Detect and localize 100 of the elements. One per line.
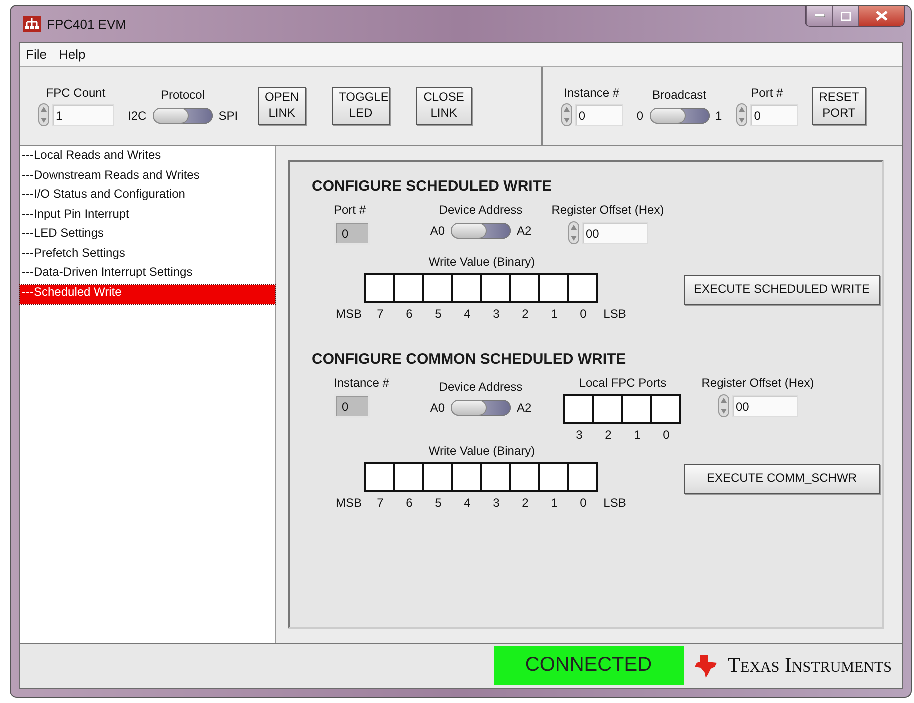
spinner-icon[interactable] (560, 102, 573, 126)
sidebar-item[interactable]: ---LED Settings (20, 226, 275, 246)
bit-toggle[interactable] (621, 394, 652, 424)
execute-button[interactable]: EXECUTE SCHEDULED WRITE (684, 275, 880, 305)
link-button[interactable]: CLOSE LINK (416, 87, 472, 125)
toggle-switch[interactable] (451, 223, 511, 239)
company-logo-text: Texas Instruments (728, 653, 892, 678)
broadcast-label: Broadcast (652, 88, 707, 102)
register-offset-label: Register Offset (Hex) (552, 203, 664, 217)
connection-status: CONNECTED (494, 646, 684, 685)
window-title: FPC401 EVM (47, 16, 126, 32)
bit-toggle[interactable] (563, 394, 594, 424)
bit-toggle[interactable] (567, 462, 598, 492)
maximize-icon (840, 12, 850, 20)
bit-label: LSB (602, 496, 628, 510)
spinner-icon[interactable] (718, 394, 730, 418)
bit-label: 4 (463, 496, 472, 510)
minimize-button[interactable] (806, 6, 832, 26)
indicator-label: Port # (334, 203, 366, 217)
bit-toggle[interactable] (451, 273, 482, 303)
port-label: Port # (751, 86, 784, 100)
bit-toggle[interactable] (480, 462, 511, 492)
toggle-on-label: A2 (517, 401, 532, 415)
numeric-field[interactable]: 0 (574, 104, 623, 126)
toggle-switch[interactable] (650, 108, 710, 124)
numeric-field[interactable]: 00 (582, 222, 648, 244)
toggle-off-label: 0 (636, 109, 644, 123)
sidebar-item[interactable]: ---Local Reads and Writes (20, 148, 275, 168)
bit-toggle[interactable] (592, 394, 623, 424)
local-ports-label: Local FPC Ports (579, 376, 667, 390)
numeric-field[interactable]: 1 (52, 104, 114, 126)
spinner-icon[interactable] (38, 102, 50, 126)
protocol-label: Protocol (161, 88, 206, 102)
bit-label: 6 (405, 496, 414, 510)
bit-toggle[interactable] (422, 462, 453, 492)
bit-label: 6 (405, 307, 414, 321)
bit-label: 5 (434, 307, 443, 321)
bit-label: MSB (334, 496, 363, 510)
execute-button[interactable]: EXECUTE COMM_SCHWR (684, 464, 880, 494)
bit-label: 3 (575, 428, 584, 442)
bit-toggle[interactable] (451, 462, 482, 492)
toggle-on-label: A2 (517, 224, 532, 238)
spinner-icon[interactable] (736, 102, 748, 126)
sidebar-item[interactable]: ---Prefetch Settings (20, 246, 275, 265)
sidebar-item[interactable]: ---Scheduled Write (20, 284, 275, 304)
toggle-on-label: SPI (218, 109, 238, 123)
menu-item[interactable]: File (26, 47, 47, 62)
menu-item[interactable]: Help (58, 47, 86, 62)
bit-toggle[interactable] (422, 273, 453, 303)
bit-label: 1 (633, 428, 642, 442)
bit-toggle[interactable] (364, 273, 395, 303)
minimize-icon (814, 14, 824, 18)
bit-label: MSB (334, 307, 363, 321)
indicator-label: Instance # (334, 376, 390, 390)
bit-toggle[interactable] (364, 462, 395, 492)
numeric-field[interactable]: 0 (750, 104, 798, 126)
section-title: CONFIGURE COMMON SCHEDULED WRITE (312, 351, 628, 368)
toggle-switch[interactable] (152, 108, 213, 124)
sidebar-item[interactable]: ---Input Pin Interrupt (20, 206, 275, 226)
bit-label: 1 (550, 496, 559, 510)
bit-toggle[interactable] (393, 273, 424, 303)
toggle-off-label: A0 (430, 401, 445, 415)
bit-label: 3 (492, 307, 501, 321)
toggle-switch[interactable] (451, 400, 511, 416)
section-title: CONFIGURE SCHEDULED WRITE (312, 178, 553, 195)
texas-logo-icon (694, 652, 720, 678)
register-offset-label: Register Offset (Hex) (702, 376, 814, 390)
fpc-count-label: FPC Count (46, 86, 106, 100)
bit-toggle[interactable] (480, 273, 511, 303)
write-value-label: Write Value (Binary) (428, 255, 536, 269)
bit-label: 1 (550, 307, 559, 321)
bit-label: 5 (434, 496, 443, 510)
bit-toggle[interactable] (538, 273, 569, 303)
sidebar-item[interactable]: ---Data-Driven Interrupt Settings (20, 265, 275, 284)
bit-label: 2 (604, 428, 613, 442)
maximize-button[interactable] (832, 6, 858, 26)
spinner-icon[interactable] (568, 221, 580, 245)
bit-label: 3 (492, 496, 501, 510)
bit-label: LSB (602, 307, 628, 321)
bit-label: 7 (376, 496, 385, 510)
reset-port-button[interactable]: RESET PORT (812, 87, 866, 125)
bit-toggle[interactable] (567, 273, 598, 303)
bit-label: 4 (463, 307, 472, 321)
numeric-field[interactable]: 00 (732, 395, 798, 417)
sidebar-item[interactable]: ---Downstream Reads and Writes (20, 168, 275, 187)
bit-toggle[interactable] (393, 462, 424, 492)
toggle-off-label: A0 (430, 224, 445, 238)
device-address-label: Device Address (439, 380, 523, 394)
close-button[interactable] (858, 6, 904, 26)
bit-toggle[interactable] (650, 394, 681, 424)
value-indicator: 0 (334, 221, 370, 245)
link-button[interactable]: OPEN LINK (258, 87, 306, 125)
bit-label: 0 (662, 428, 671, 442)
bit-toggle[interactable] (509, 462, 540, 492)
bit-toggle[interactable] (509, 273, 540, 303)
device-address-label: Device Address (439, 203, 523, 217)
sidebar-item[interactable]: ---I/O Status and Configuration (20, 187, 275, 206)
bit-toggle[interactable] (538, 462, 569, 492)
link-button[interactable]: TOGGLE LED (332, 87, 390, 125)
value-indicator: 0 (334, 394, 370, 418)
